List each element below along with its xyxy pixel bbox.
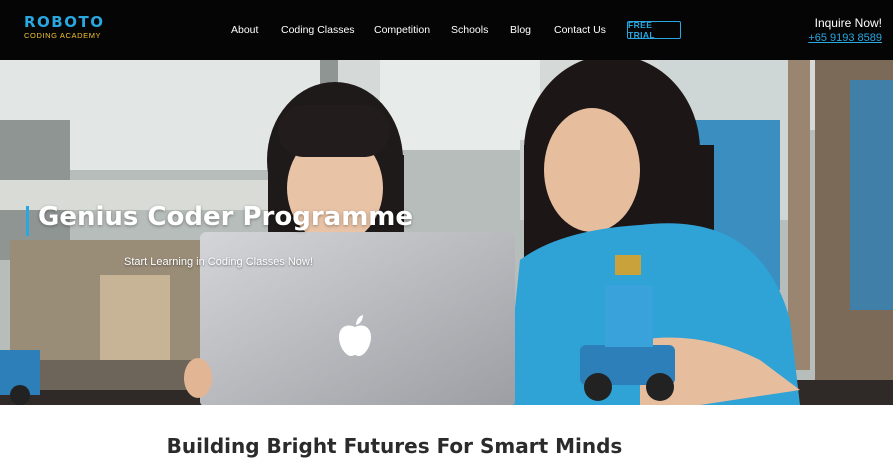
nav-link-about[interactable]: About — [231, 24, 258, 37]
inquire-block: Inquire Now! +65 9193 8589 — [808, 16, 882, 45]
site-header: ROBOTO CODING ACADEMY About Coding Class… — [0, 0, 893, 60]
hero-banner: Genius Coder Programme Start Learning in… — [0, 60, 893, 405]
hero-title-accent-bar — [26, 206, 29, 236]
nav-link-competition[interactable]: Competition — [374, 24, 430, 37]
apple-logo-icon — [339, 315, 371, 356]
hero-title: Genius Coder Programme — [38, 202, 414, 232]
phone-link[interactable]: +65 9193 8589 — [808, 31, 882, 45]
nav-link-schools[interactable]: Schools — [451, 24, 488, 37]
hero-subtitle: Start Learning in Coding Classes Now! — [124, 256, 313, 268]
main-nav: About Coding Classes Competition Schools… — [0, 0, 893, 60]
section-heading: Building Bright Futures For Smart Minds — [166, 434, 623, 458]
nav-link-contact-us[interactable]: Contact Us — [554, 24, 606, 37]
free-trial-button[interactable]: FREE TRIAL — [627, 20, 681, 40]
inquire-title: Inquire Now! — [814, 16, 882, 30]
nav-link-blog[interactable]: Blog — [510, 24, 531, 37]
nav-link-coding-classes[interactable]: Coding Classes — [281, 24, 355, 37]
